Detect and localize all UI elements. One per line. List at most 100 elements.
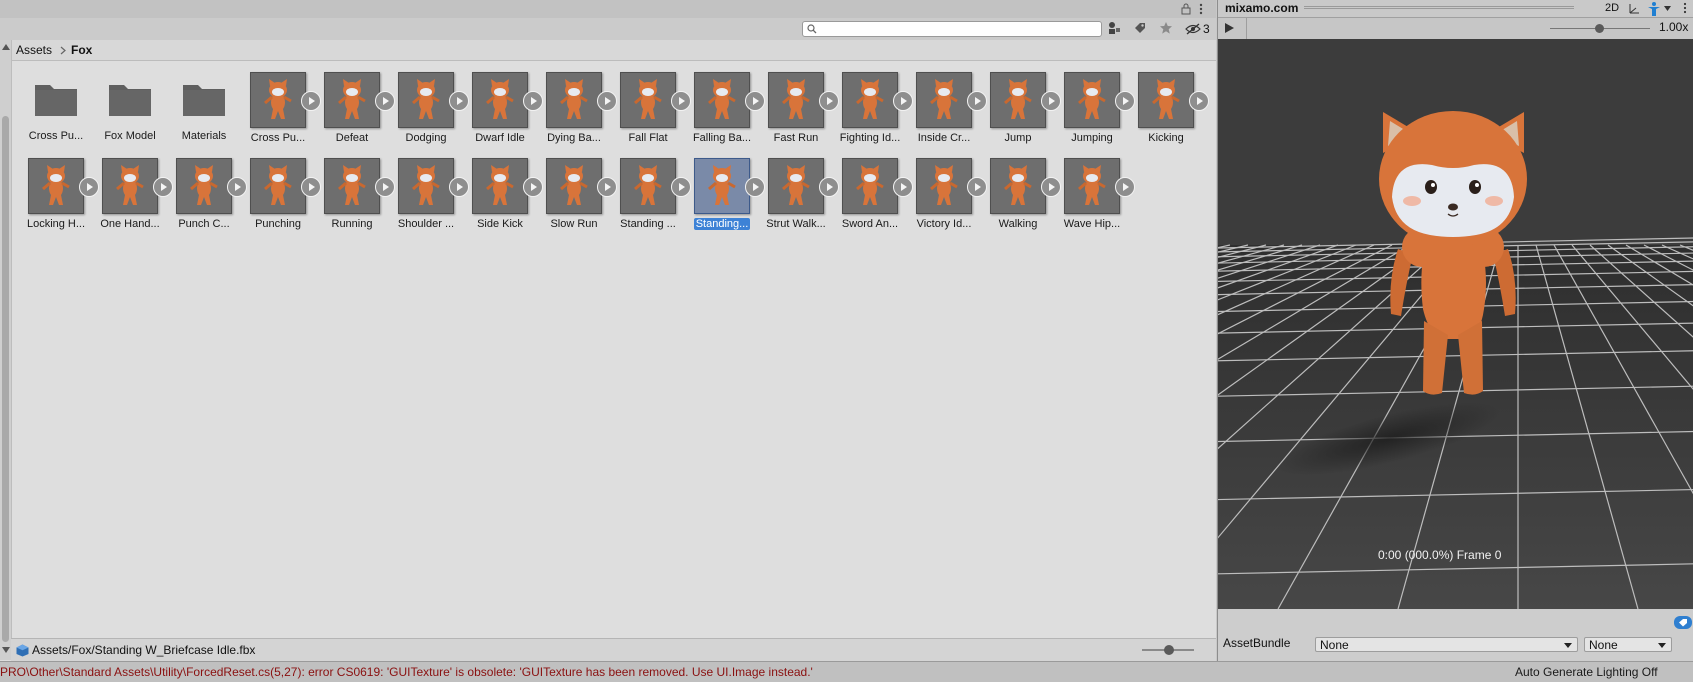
play-preview-icon[interactable]	[1041, 177, 1061, 197]
folder-item[interactable]: Materials	[171, 72, 237, 154]
asset-thumbnail[interactable]	[842, 158, 913, 214]
chevron-down-icon[interactable]	[1664, 6, 1671, 11]
animation-asset-item[interactable]: Fall Flat	[615, 72, 691, 154]
asset-thumbnail[interactable]	[102, 158, 173, 214]
asset-thumbnail[interactable]	[916, 158, 987, 214]
console-error-message[interactable]: PRO\Other\Standard Assets\Utility\Forced…	[0, 662, 813, 682]
play-preview-icon[interactable]	[597, 177, 617, 197]
animation-asset-item[interactable]: Defeat	[319, 72, 395, 154]
toggle-2d-button[interactable]: 2D	[1602, 0, 1622, 17]
assetbundle-dropdown[interactable]: None	[1315, 637, 1578, 652]
asset-thumbnail[interactable]	[694, 158, 765, 214]
avatar-body-icon[interactable]	[1646, 1, 1662, 17]
animation-asset-item[interactable]: Fighting Id...	[837, 72, 913, 154]
animation-asset-item[interactable]: Jump	[985, 72, 1061, 154]
more-menu-icon[interactable]	[1683, 2, 1687, 14]
animation-asset-item[interactable]: Dwarf Idle	[467, 72, 543, 154]
model-preview-viewport[interactable]: 0:00 (000.0%) Frame 0	[1218, 39, 1693, 609]
folder-item[interactable]: Cross Pu...	[23, 72, 89, 154]
play-preview-icon[interactable]	[301, 177, 321, 197]
asset-thumbnail[interactable]	[768, 72, 839, 128]
play-preview-icon[interactable]	[745, 91, 765, 111]
asset-thumbnail[interactable]	[1064, 158, 1135, 214]
asset-thumbnail[interactable]	[472, 72, 543, 128]
animation-asset-item[interactable]: Dodging	[393, 72, 469, 154]
play-preview-icon[interactable]	[671, 177, 691, 197]
play-preview-icon[interactable]	[375, 91, 395, 111]
animation-asset-item[interactable]: Strut Walk...	[763, 158, 839, 240]
animation-asset-item[interactable]: Locking H...	[23, 158, 99, 240]
asset-thumbnail[interactable]	[28, 158, 99, 214]
play-preview-icon[interactable]	[375, 177, 395, 197]
asset-thumbnail[interactable]	[990, 72, 1061, 128]
play-preview-icon[interactable]	[597, 91, 617, 111]
animation-asset-item[interactable]: Sword An...	[837, 158, 913, 240]
animation-asset-item[interactable]: Side Kick	[467, 158, 543, 240]
animation-asset-item[interactable]: Slow Run	[541, 158, 617, 240]
play-preview-icon[interactable]	[1041, 91, 1061, 111]
folder-item[interactable]: Fox Model	[97, 72, 163, 154]
play-preview-icon[interactable]	[523, 91, 543, 111]
asset-thumbnail[interactable]	[768, 158, 839, 214]
asset-thumbnail[interactable]	[472, 158, 543, 214]
asset-thumbnail[interactable]	[694, 72, 765, 128]
asset-thumbnail[interactable]	[842, 72, 913, 128]
asset-thumbnail[interactable]	[176, 158, 247, 214]
asset-thumbnail[interactable]	[546, 158, 617, 214]
speed-slider-thumb[interactable]	[1595, 24, 1604, 33]
asset-thumbnail[interactable]	[620, 72, 691, 128]
assetbundle-variant-dropdown[interactable]: None	[1584, 637, 1672, 652]
animation-asset-item[interactable]: Running	[319, 158, 395, 240]
asset-thumbnail[interactable]	[324, 158, 395, 214]
play-preview-icon[interactable]	[449, 177, 469, 197]
play-preview-icon[interactable]	[301, 91, 321, 111]
animation-asset-item[interactable]: Shoulder ...	[393, 158, 469, 240]
play-preview-icon[interactable]	[819, 177, 839, 197]
play-preview-icon[interactable]	[745, 177, 765, 197]
asset-thumbnail[interactable]	[398, 72, 469, 128]
play-preview-icon[interactable]	[227, 177, 247, 197]
scroll-down-arrow-icon[interactable]	[2, 647, 10, 653]
play-icon[interactable]	[1224, 22, 1235, 34]
asset-thumbnail[interactable]	[1064, 72, 1135, 128]
play-preview-icon[interactable]	[523, 177, 543, 197]
zoom-slider-thumb[interactable]	[1164, 645, 1174, 655]
animation-asset-item[interactable]: Cross Pu...	[245, 72, 321, 154]
play-preview-icon[interactable]	[449, 91, 469, 111]
animation-asset-item[interactable]: Inside Cr...	[911, 72, 987, 154]
animation-asset-item[interactable]: Kicking	[1133, 72, 1209, 154]
animation-asset-item[interactable]: Victory Id...	[911, 158, 987, 240]
animation-asset-item[interactable]: Standing ...	[615, 158, 691, 240]
zoom-slider[interactable]	[1142, 645, 1194, 655]
animation-asset-item[interactable]: Dying Ba...	[541, 72, 617, 154]
asset-thumbnail[interactable]	[916, 72, 987, 128]
asset-thumbnail[interactable]	[398, 158, 469, 214]
asset-thumbnail[interactable]	[620, 158, 691, 214]
pivot-axes-icon[interactable]	[1627, 2, 1641, 16]
lighting-status[interactable]: Auto Generate Lighting Off	[1515, 662, 1658, 682]
animation-asset-item[interactable]: One Hand...	[97, 158, 173, 240]
asset-thumbnail[interactable]	[250, 72, 321, 128]
animation-asset-item[interactable]: Falling Ba...	[689, 72, 765, 154]
animation-asset-item[interactable]: Punch C...	[171, 158, 247, 240]
asset-thumbnail[interactable]	[324, 72, 395, 128]
play-preview-icon[interactable]	[893, 177, 913, 197]
play-preview-icon[interactable]	[1115, 177, 1135, 197]
asset-thumbnail[interactable]	[990, 158, 1061, 214]
play-preview-icon[interactable]	[153, 177, 173, 197]
play-preview-icon[interactable]	[967, 177, 987, 197]
speed-slider[interactable]	[1550, 24, 1650, 33]
animation-asset-item[interactable]: Punching	[245, 158, 321, 240]
animation-asset-item[interactable]: Fast Run	[763, 72, 839, 154]
asset-thumbnail[interactable]	[1138, 72, 1209, 128]
play-preview-icon[interactable]	[893, 91, 913, 111]
animation-asset-item[interactable]: Wave Hip...	[1059, 158, 1135, 240]
label-tag-icon[interactable]	[1674, 616, 1692, 629]
animation-asset-item[interactable]: Standing...	[689, 158, 765, 240]
play-preview-icon[interactable]	[671, 91, 691, 111]
asset-thumbnail[interactable]	[546, 72, 617, 128]
play-preview-icon[interactable]	[1189, 91, 1209, 111]
animation-asset-item[interactable]: Jumping	[1059, 72, 1135, 154]
asset-thumbnail[interactable]	[250, 158, 321, 214]
drag-handle[interactable]	[1304, 6, 1574, 9]
